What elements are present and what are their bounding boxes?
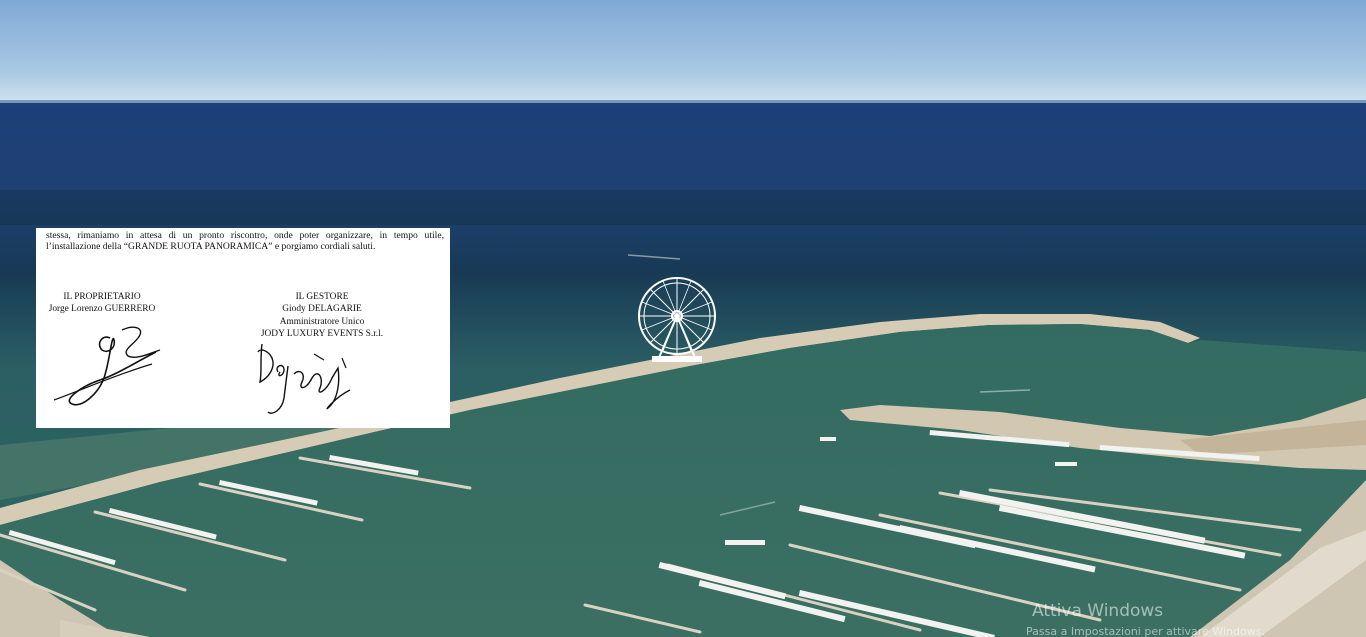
manager-name: Giody DELAGARIE bbox=[282, 304, 362, 315]
owner-block: IL PROPRIETARIO Jorge Lorenzo GUERRERO bbox=[42, 291, 162, 316]
manager-title: Amministratore Unico bbox=[279, 316, 365, 327]
watermark-subtitle: Passa a Impostazioni per attivare Window… bbox=[1026, 625, 1265, 637]
document-excerpt: stessa, rimaniamo in attesa di un pronto… bbox=[36, 228, 450, 428]
windows-activation-watermark: Attiva Windows Passa a Impostazioni per … bbox=[1026, 601, 1346, 637]
manager-signature bbox=[257, 343, 351, 414]
manager-role: IL GESTORE bbox=[295, 292, 349, 302]
owner-role: IL PROPRIETARIO bbox=[63, 292, 141, 302]
watermark-title: Attiva Windows bbox=[1032, 601, 1164, 621]
closing-paragraph-line2: l’installazione della “GRANDE RUOTA PANO… bbox=[46, 241, 376, 252]
closing-paragraph: stessa, rimaniamo in attesa di un pronto… bbox=[46, 230, 444, 252]
owner-signature bbox=[53, 326, 161, 406]
sky bbox=[0, 0, 1366, 102]
manager-block: IL GESTORE Giody DELAGARIE Amministrator… bbox=[242, 291, 402, 341]
closing-paragraph-line1: stessa, rimaniamo in attesa di un pronto… bbox=[46, 230, 444, 241]
owner-name: Jorge Lorenzo GUERRERO bbox=[48, 304, 156, 315]
